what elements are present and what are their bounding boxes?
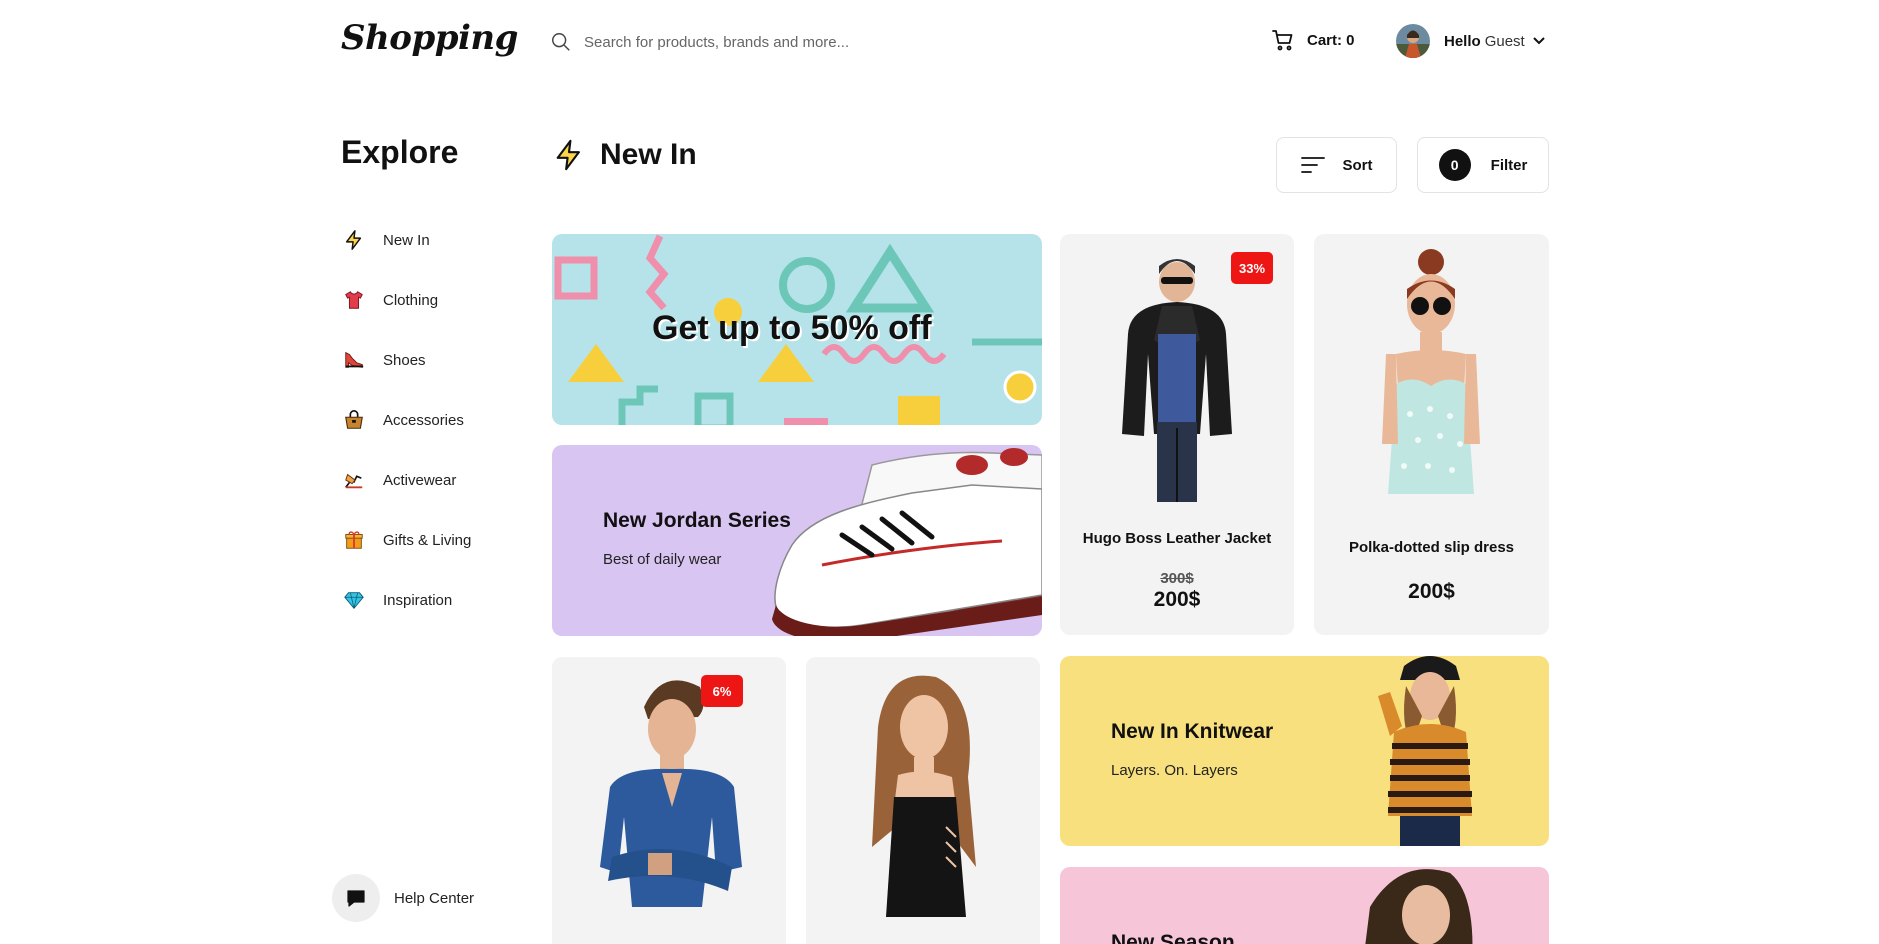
jordan-banner[interactable]: New Jordan Series Best of daily wear — [552, 445, 1042, 636]
knitwear-model-image — [1378, 656, 1472, 846]
gift-icon — [341, 527, 367, 553]
knitwear-banner-subtitle: Layers. On. Layers — [1111, 762, 1238, 779]
new-season-banner-title: New Season — [1111, 931, 1235, 944]
jordan-banner-subtitle: Best of daily wear — [603, 551, 722, 568]
product-price: 200$ — [1153, 588, 1201, 611]
cart-button[interactable]: Cart: 0 — [1271, 28, 1355, 52]
sidebar-item-label: New In — [383, 231, 430, 249]
season-model-image — [1365, 869, 1473, 944]
sidebar-item-gifts-living[interactable]: Gifts & Living — [341, 510, 471, 570]
product-title: Hugo Boss Leather Jacket — [1082, 530, 1272, 547]
sidebar-item-label: Accessories — [383, 411, 464, 429]
handbag-icon — [341, 407, 367, 433]
product-price: 200$ — [1408, 580, 1455, 603]
chevron-down-icon — [1533, 37, 1545, 45]
product-title: Polka-dotted slip dress — [1348, 539, 1515, 556]
diamond-icon — [341, 587, 367, 613]
page-title: New In — [552, 138, 697, 172]
sidebar-title: Explore — [341, 134, 459, 170]
heel-shoe-icon — [341, 347, 367, 373]
sidebar-item-new-in[interactable]: New In — [341, 210, 471, 270]
sidebar-item-accessories[interactable]: Accessories — [341, 390, 471, 450]
sidebar-item-activewear[interactable]: Activewear — [341, 450, 471, 510]
sidebar-item-label: Inspiration — [383, 591, 453, 609]
sneaker-image — [772, 448, 1042, 636]
help-center-label: Help Center — [394, 889, 475, 907]
sale-banner[interactable]: Get up to 50% off — [552, 234, 1042, 425]
sort-label: Sort — [1342, 156, 1373, 174]
cart-label: Cart: 0 — [1307, 31, 1355, 49]
page-title-text: New In — [600, 138, 697, 171]
sort-button[interactable]: Sort — [1276, 137, 1397, 193]
filter-label: Filter — [1490, 156, 1528, 174]
search-bar[interactable] — [550, 28, 1110, 56]
discount-badge: 33% — [1231, 252, 1273, 284]
chat-bubble-icon — [332, 874, 380, 922]
sidebar-item-label: Activewear — [383, 471, 457, 489]
product-card[interactable]: Polka-dotted slip dress 200$ — [1314, 234, 1549, 635]
user-name: Guest — [1484, 32, 1525, 50]
discount-badge: 6% — [701, 675, 743, 707]
product-card[interactable]: 33% Hugo Boss Leather Jacket 300$ 200$ — [1060, 234, 1294, 635]
header: Shopping Cart: 0 Hello Guest — [0, 0, 1879, 82]
filter-count-badge: 0 — [1438, 149, 1471, 181]
sidebar-item-label: Shoes — [383, 351, 426, 369]
help-center-button[interactable]: Help Center — [332, 874, 474, 922]
new-season-banner[interactable]: New Season — [1060, 867, 1549, 944]
lightning-icon — [556, 139, 580, 171]
search-input[interactable] — [584, 33, 1064, 51]
sale-banner-text: Get up to 50% off — [652, 309, 932, 347]
cart-icon — [1272, 30, 1293, 51]
sidebar-item-clothing[interactable]: Clothing — [341, 270, 471, 330]
filter-button[interactable]: 0 Filter — [1417, 137, 1549, 193]
sidebar-nav: New In Clothing Shoes Accessories Active… — [341, 210, 471, 630]
product-image — [600, 680, 742, 907]
search-icon — [552, 33, 570, 51]
product-old-price: 300$ — [1160, 570, 1194, 587]
tshirt-icon — [341, 287, 367, 313]
sort-icon — [1300, 157, 1325, 173]
sidebar-item-shoes[interactable]: Shoes — [341, 330, 471, 390]
greeting: Hello — [1444, 32, 1481, 50]
sidebar-item-inspiration[interactable]: Inspiration — [341, 570, 471, 630]
knitwear-banner-title: New In Knitwear — [1111, 720, 1274, 743]
user-menu[interactable]: Hello Guest — [1396, 24, 1545, 58]
product-card[interactable] — [806, 657, 1040, 944]
logo[interactable]: Shopping — [341, 18, 518, 58]
avatar[interactable] — [1396, 24, 1430, 58]
product-card[interactable]: 6% — [552, 657, 786, 944]
sidebar-item-label: Gifts & Living — [383, 531, 472, 549]
lightning-icon — [341, 227, 367, 253]
product-image — [872, 675, 976, 917]
activewear-icon — [341, 467, 367, 493]
product-image — [1382, 249, 1480, 494]
knitwear-banner[interactable]: New In Knitwear Layers. On. Layers — [1060, 656, 1549, 846]
sidebar-item-label: Clothing — [383, 291, 439, 309]
